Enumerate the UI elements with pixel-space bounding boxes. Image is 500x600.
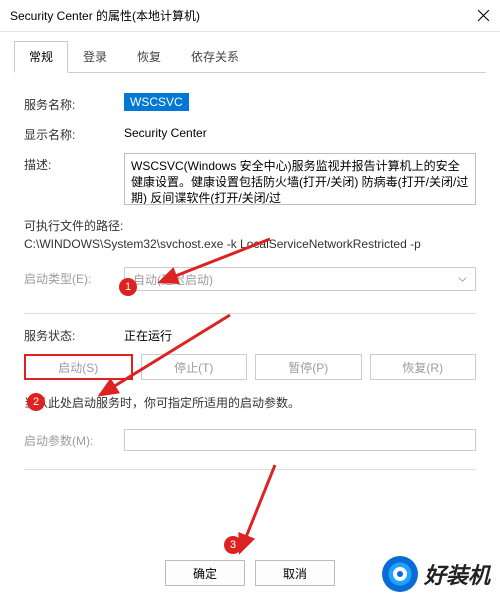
tab-dependencies[interactable]: 依存关系: [176, 41, 254, 73]
annotation-badge-2: 2: [27, 393, 45, 411]
service-name-label: 服务名称:: [24, 93, 124, 113]
service-button-row: 启动(S) 停止(T) 暂停(P) 恢复(R): [24, 354, 476, 380]
titlebar: Security Center 的属性(本地计算机): [0, 0, 500, 32]
resume-button[interactable]: 恢复(R): [370, 354, 477, 380]
startup-type-select[interactable]: 自动(延迟启动): [124, 267, 476, 291]
pause-button[interactable]: 暂停(P): [255, 354, 362, 380]
description-box[interactable]: WSCSVC(Windows 安全中心)服务监视并报告计算机上的安全健康设置。健…: [124, 153, 476, 205]
chevron-down-icon: [458, 275, 467, 284]
start-param-note: 当从此处启动服务时，你可指定所适用的启动参数。: [24, 394, 476, 411]
service-status-label: 服务状态:: [24, 324, 124, 344]
close-icon[interactable]: [477, 9, 490, 22]
watermark: 好装机: [382, 556, 490, 592]
service-status-value: 正在运行: [124, 324, 476, 344]
start-button[interactable]: 启动(S): [24, 354, 133, 380]
stop-button[interactable]: 停止(T): [141, 354, 248, 380]
tab-recovery[interactable]: 恢复: [122, 41, 176, 73]
watermark-text: 好装机: [424, 558, 490, 590]
startup-type-label: 启动类型(E):: [24, 267, 124, 287]
divider-bottom: [24, 469, 476, 470]
window-title: Security Center 的属性(本地计算机): [10, 7, 477, 24]
tabs: 常规 登录 恢复 依存关系: [14, 40, 486, 73]
description-label: 描述:: [24, 153, 124, 173]
ok-button[interactable]: 确定: [165, 560, 245, 586]
tab-general[interactable]: 常规: [14, 41, 68, 73]
display-name-value: Security Center: [124, 123, 476, 140]
exe-path-label: 可执行文件的路径:: [24, 217, 476, 234]
startup-type-value: 自动(延迟启动): [133, 271, 213, 288]
display-name-label: 显示名称:: [24, 123, 124, 143]
start-param-label: 启动参数(M):: [24, 429, 124, 449]
annotation-badge-3: 3: [224, 536, 242, 554]
watermark-logo-icon: [382, 556, 418, 592]
divider: [24, 313, 476, 314]
service-name-value: WSCSVC: [124, 93, 189, 111]
start-param-input[interactable]: [124, 429, 476, 451]
tab-logon[interactable]: 登录: [68, 41, 122, 73]
exe-path-value: C:\WINDOWS\System32\svchost.exe -k Local…: [24, 237, 476, 251]
cancel-button[interactable]: 取消: [255, 560, 335, 586]
content: 服务名称: WSCSVC 显示名称: Security Center 描述: W…: [0, 73, 500, 470]
annotation-badge-1: 1: [119, 278, 137, 296]
